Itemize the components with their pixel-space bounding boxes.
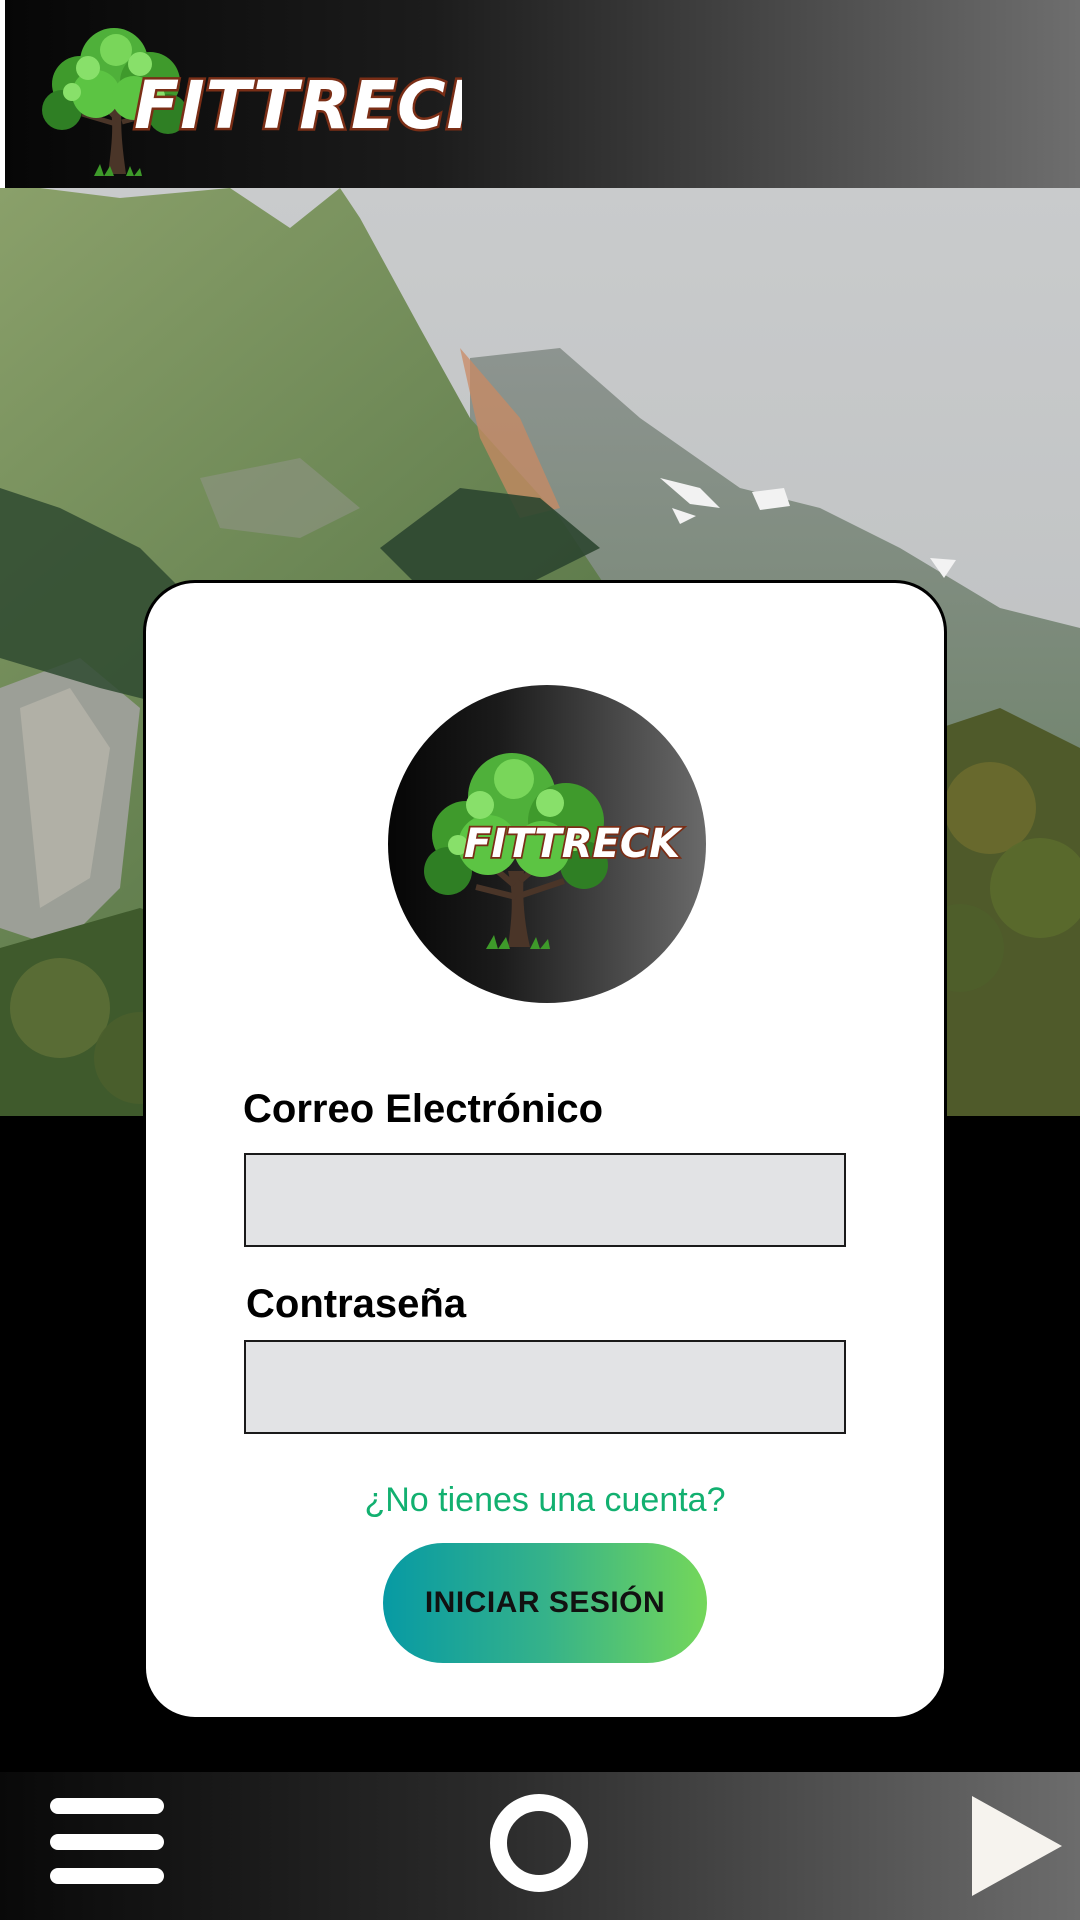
login-button[interactable]: INICIAR SESIÓN: [383, 1543, 707, 1663]
tree-logo-icon: FITTRECK: [42, 28, 504, 176]
brand-wordmark: FITTRECK: [134, 67, 462, 144]
menu-bar: [50, 1798, 164, 1814]
header-logo[interactable]: FITTRECK: [22, 24, 504, 184]
circle-home-icon[interactable]: [490, 1794, 588, 1892]
bottom-navbar: [0, 1772, 1080, 1920]
email-label: Correo Electrónico: [243, 1087, 604, 1131]
hamburger-menu-icon[interactable]: [50, 1798, 168, 1888]
email-field[interactable]: [244, 1153, 846, 1247]
app-header: FITTRECK: [0, 0, 1080, 188]
password-label: Contraseña: [246, 1282, 467, 1326]
card-logo: FITTRECK: [388, 685, 706, 1003]
menu-bar: [50, 1834, 164, 1850]
tree-logo-icon: FITTRECK: [424, 753, 685, 949]
header-edge: [0, 0, 5, 188]
signup-link[interactable]: ¿No tienes una cuenta?: [146, 1481, 944, 1520]
login-screen: FITTRECK: [0, 0, 1080, 1920]
login-card: FITTRECK Correo Electrónico Contraseña ¿…: [143, 580, 947, 1720]
brand-wordmark: FITTRECK: [464, 821, 683, 867]
password-field[interactable]: [244, 1340, 846, 1434]
menu-bar: [50, 1868, 164, 1884]
play-triangle-icon[interactable]: [972, 1796, 1062, 1896]
